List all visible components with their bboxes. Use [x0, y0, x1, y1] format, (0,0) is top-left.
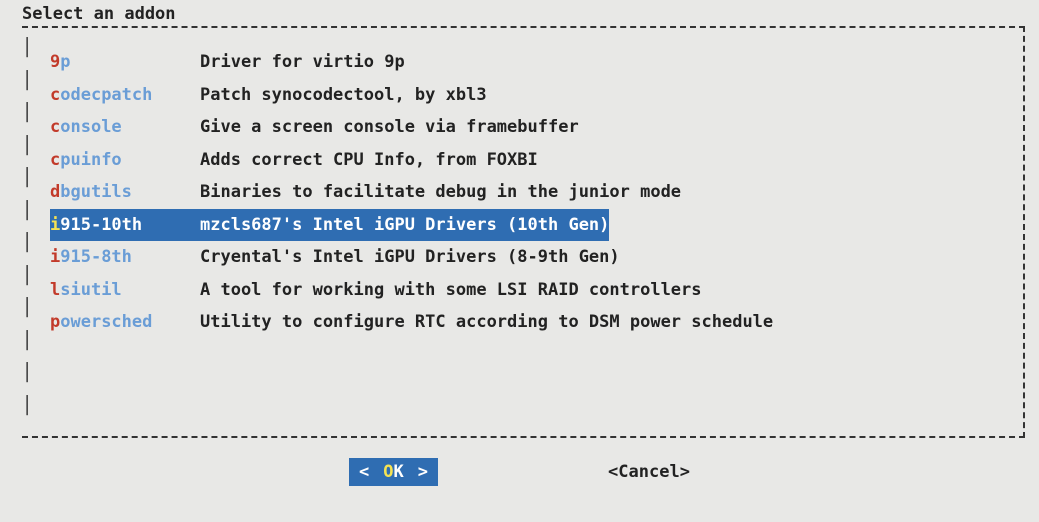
list-item[interactable]: console Give a screen console via frameb…	[50, 111, 1023, 144]
item-rest: puinfo	[60, 150, 121, 170]
item-desc: Adds correct CPU Info, from FOXBI	[200, 144, 538, 177]
item-rest: odecpatch	[60, 85, 152, 105]
item-key: codecpatch	[50, 79, 200, 112]
item-hotkey: c	[50, 150, 60, 170]
item-hotkey: c	[50, 85, 60, 105]
ok-hotkey: O	[383, 462, 393, 482]
item-rest: 915-10th	[60, 215, 142, 235]
item-key: powersched	[50, 306, 200, 339]
item-key: cpuinfo	[50, 144, 200, 177]
item-rest: p	[60, 52, 70, 72]
item-key: i915-10th	[50, 209, 200, 242]
item-hotkey: i	[50, 215, 60, 235]
item-rest: bgutils	[60, 182, 132, 202]
dialog-title: Select an addon	[0, 0, 1039, 24]
item-rest: onsole	[60, 117, 121, 137]
item-desc: mzcls687's Intel iGPU Drivers (10th Gen)	[200, 209, 609, 242]
item-hotkey: l	[50, 280, 60, 300]
box-left-border: ││││││││││││	[22, 32, 32, 432]
item-key: 9p	[50, 46, 200, 79]
list-item[interactable]: i915-8th Cryental's Intel iGPU Drivers (…	[50, 241, 1023, 274]
list-item[interactable]: powersched Utility to configure RTC acco…	[50, 306, 1023, 339]
list-item[interactable]: 9p Driver for virtio 9p	[50, 46, 1023, 79]
list-item[interactable]: codecpatch Patch synocodectool, by xbl3	[50, 79, 1023, 112]
item-desc: Patch synocodectool, by xbl3	[200, 79, 487, 112]
list-item[interactable]: cpuinfo Adds correct CPU Info, from FOXB…	[50, 144, 1023, 177]
ok-rest: K	[394, 462, 404, 482]
item-key: console	[50, 111, 200, 144]
ok-button[interactable]: < OK >	[349, 458, 438, 486]
item-rest: siutil	[60, 280, 121, 300]
button-row: < OK > <Cancel>	[0, 458, 1039, 486]
list-item[interactable]: i915-10th mzcls687's Intel iGPU Drivers …	[50, 209, 1023, 242]
list-item[interactable]: lsiutil A tool for working with some LSI…	[50, 274, 1023, 307]
chevron-left-icon: <	[353, 458, 375, 486]
item-key: lsiutil	[50, 274, 200, 307]
item-hotkey: p	[50, 312, 60, 332]
item-desc: A tool for working with some LSI RAID co…	[200, 274, 702, 307]
addon-list-box: ││││││││││││ 9p Driver for virtio 9pcode…	[22, 26, 1025, 438]
item-hotkey: i	[50, 247, 60, 267]
item-desc: Utility to configure RTC according to DS…	[200, 306, 773, 339]
item-desc: Binaries to facilitate debug in the juni…	[200, 176, 681, 209]
cancel-button[interactable]: <Cancel>	[608, 458, 690, 486]
item-key: i915-8th	[50, 241, 200, 274]
chevron-right-icon: >	[412, 458, 434, 486]
item-hotkey: 9	[50, 52, 60, 72]
addon-list[interactable]: 9p Driver for virtio 9pcodecpatch Patch …	[22, 28, 1023, 339]
item-rest: 915-8th	[60, 247, 132, 267]
list-item[interactable]: dbgutils Binaries to facilitate debug in…	[50, 176, 1023, 209]
item-key: dbgutils	[50, 176, 200, 209]
item-desc: Driver for virtio 9p	[200, 46, 405, 79]
item-hotkey: d	[50, 182, 60, 202]
item-desc: Cryental's Intel iGPU Drivers (8-9th Gen…	[200, 241, 620, 274]
item-rest: owersched	[60, 312, 152, 332]
item-hotkey: c	[50, 117, 60, 137]
item-desc: Give a screen console via framebuffer	[200, 111, 579, 144]
